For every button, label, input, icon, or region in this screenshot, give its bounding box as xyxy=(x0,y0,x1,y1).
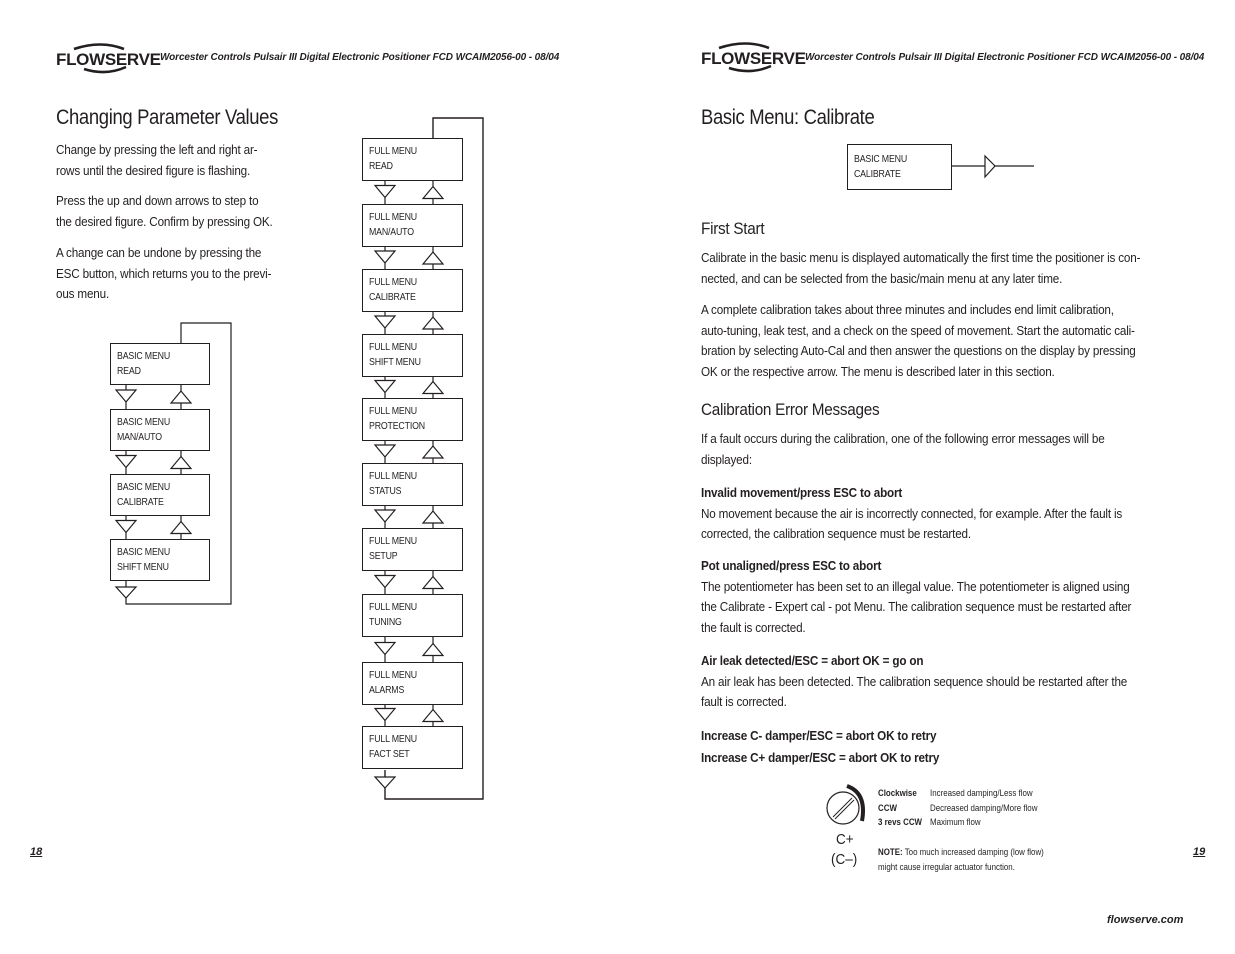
down-arrow-icon xyxy=(114,519,138,534)
document-title-left: Worcester Controls Pulsair III Digital E… xyxy=(160,52,560,63)
up-arrow-icon xyxy=(421,251,445,265)
full-menu-fact-set-box: FULL MENU FACT SET xyxy=(362,726,463,769)
down-arrow-icon xyxy=(373,509,397,523)
errors-intro: If a fault occurs during the calibration… xyxy=(701,431,1105,467)
basic-menu-man-auto-box: BASIC MENU MAN/AUTO xyxy=(110,409,210,451)
basic-menu-read-box: BASIC MENU READ xyxy=(110,343,210,385)
first-start-paragraph-1: Calibrate in the basic menu is displayed… xyxy=(701,250,1141,286)
logo-text: FLOWSERVE xyxy=(701,49,806,68)
up-arrow-icon xyxy=(421,642,445,657)
down-arrow-icon xyxy=(114,586,138,599)
basic-menu-calibrate-box: BASIC MENU CALIBRATE xyxy=(110,474,210,516)
first-start-paragraph-2: A complete calibration takes about three… xyxy=(701,302,1136,379)
down-arrow-icon xyxy=(114,454,138,469)
error-damper-lines: Increase C- damper/ESC = abort OK to ret… xyxy=(701,728,940,765)
error-invalid-movement: Invalid movement/press ESC to abort No m… xyxy=(701,485,1123,541)
up-arrow-icon xyxy=(421,708,445,723)
footer-url: flowserve.com xyxy=(1107,914,1184,926)
flowserve-logo-left: FLOWSERVE xyxy=(56,42,161,76)
basic-menu-calibrate-box: BASIC MENU CALIBRATE xyxy=(847,144,952,190)
error-air-leak: Air leak detected/ESC = abort OK = go on… xyxy=(701,653,1128,709)
up-arrow-icon xyxy=(421,445,445,459)
full-menu-man-auto-box: FULL MENU MAN/AUTO xyxy=(362,204,463,247)
damper-screw-icon xyxy=(826,784,865,825)
down-arrow-icon xyxy=(373,379,397,394)
basic-menu-shift-menu-box: BASIC MENU SHIFT MENU xyxy=(110,539,210,581)
down-arrow-icon xyxy=(373,641,397,656)
up-arrow-icon xyxy=(169,520,193,535)
up-arrow-icon xyxy=(421,575,445,590)
down-arrow-icon xyxy=(373,315,397,329)
down-arrow-icon xyxy=(373,250,397,264)
down-arrow-icon xyxy=(373,707,397,722)
page-title-right: Basic Menu: Calibrate xyxy=(701,106,875,129)
down-arrow-icon xyxy=(114,389,138,403)
down-arrow-icon xyxy=(373,444,397,458)
calibration-errors-heading: Calibration Error Messages xyxy=(701,400,880,419)
full-menu-protection-box: FULL MENU PROTECTION xyxy=(362,398,463,441)
page-title-left: Changing Parameter Values xyxy=(56,106,278,129)
error-pot-unaligned: Pot unaligned/press ESC to abort The pot… xyxy=(701,558,1132,635)
flowserve-logo-right: FLOWSERVE xyxy=(701,41,806,75)
damper-legend-row: 3 revs CCW Maximum flow xyxy=(878,817,981,827)
up-arrow-icon xyxy=(169,455,193,470)
full-menu-read-box: FULL MENU READ xyxy=(362,138,463,181)
full-menu-setup-box: FULL MENU SETUP xyxy=(362,528,463,571)
up-arrow-icon xyxy=(421,380,445,395)
damper-legend: Clockwise Increased damping/Less flow CCW… xyxy=(878,786,1052,830)
document-title-right: Worcester Controls Pulsair III Digital E… xyxy=(805,52,1205,63)
up-arrow-icon xyxy=(421,510,445,524)
full-menu-shift-menu-box: FULL MENU SHIFT MENU xyxy=(362,334,463,377)
damper-note: NOTE: Too much increased damping (low fl… xyxy=(878,847,1044,872)
paragraph-change-arrows: Change by pressing the left and right ar… xyxy=(56,142,258,178)
page-number-left: 18 xyxy=(30,846,43,858)
up-arrow-icon xyxy=(169,390,193,404)
page-number-right: 19 xyxy=(1193,846,1206,858)
full-menu-calibrate-box: FULL MENU CALIBRATE xyxy=(362,269,463,312)
first-start-heading: First Start xyxy=(701,219,765,238)
up-arrow-icon xyxy=(421,316,445,330)
paragraph-undo: A change can be undone by pressing the E… xyxy=(56,245,272,301)
damper-label-c-minus: (C–) xyxy=(831,851,858,868)
damper-legend-row: CCW Decreased damping/More flow xyxy=(878,802,1038,813)
down-arrow-icon xyxy=(373,574,397,589)
down-arrow-icon xyxy=(373,776,397,789)
paragraph-up-down: Press the up and down arrows to step to … xyxy=(56,193,273,229)
damper-label-c-plus: C+ xyxy=(836,831,854,848)
down-arrow-icon xyxy=(373,184,397,199)
full-menu-status-box: FULL MENU STATUS xyxy=(362,463,463,506)
full-menu-alarms-box: FULL MENU ALARMS xyxy=(362,662,463,705)
up-arrow-icon xyxy=(421,185,445,200)
full-menu-tuning-box: FULL MENU TUNING xyxy=(362,594,463,637)
damper-legend-row: Clockwise Increased damping/Less flow xyxy=(878,788,1033,798)
logo-text: FLOWSERVE xyxy=(56,50,161,69)
